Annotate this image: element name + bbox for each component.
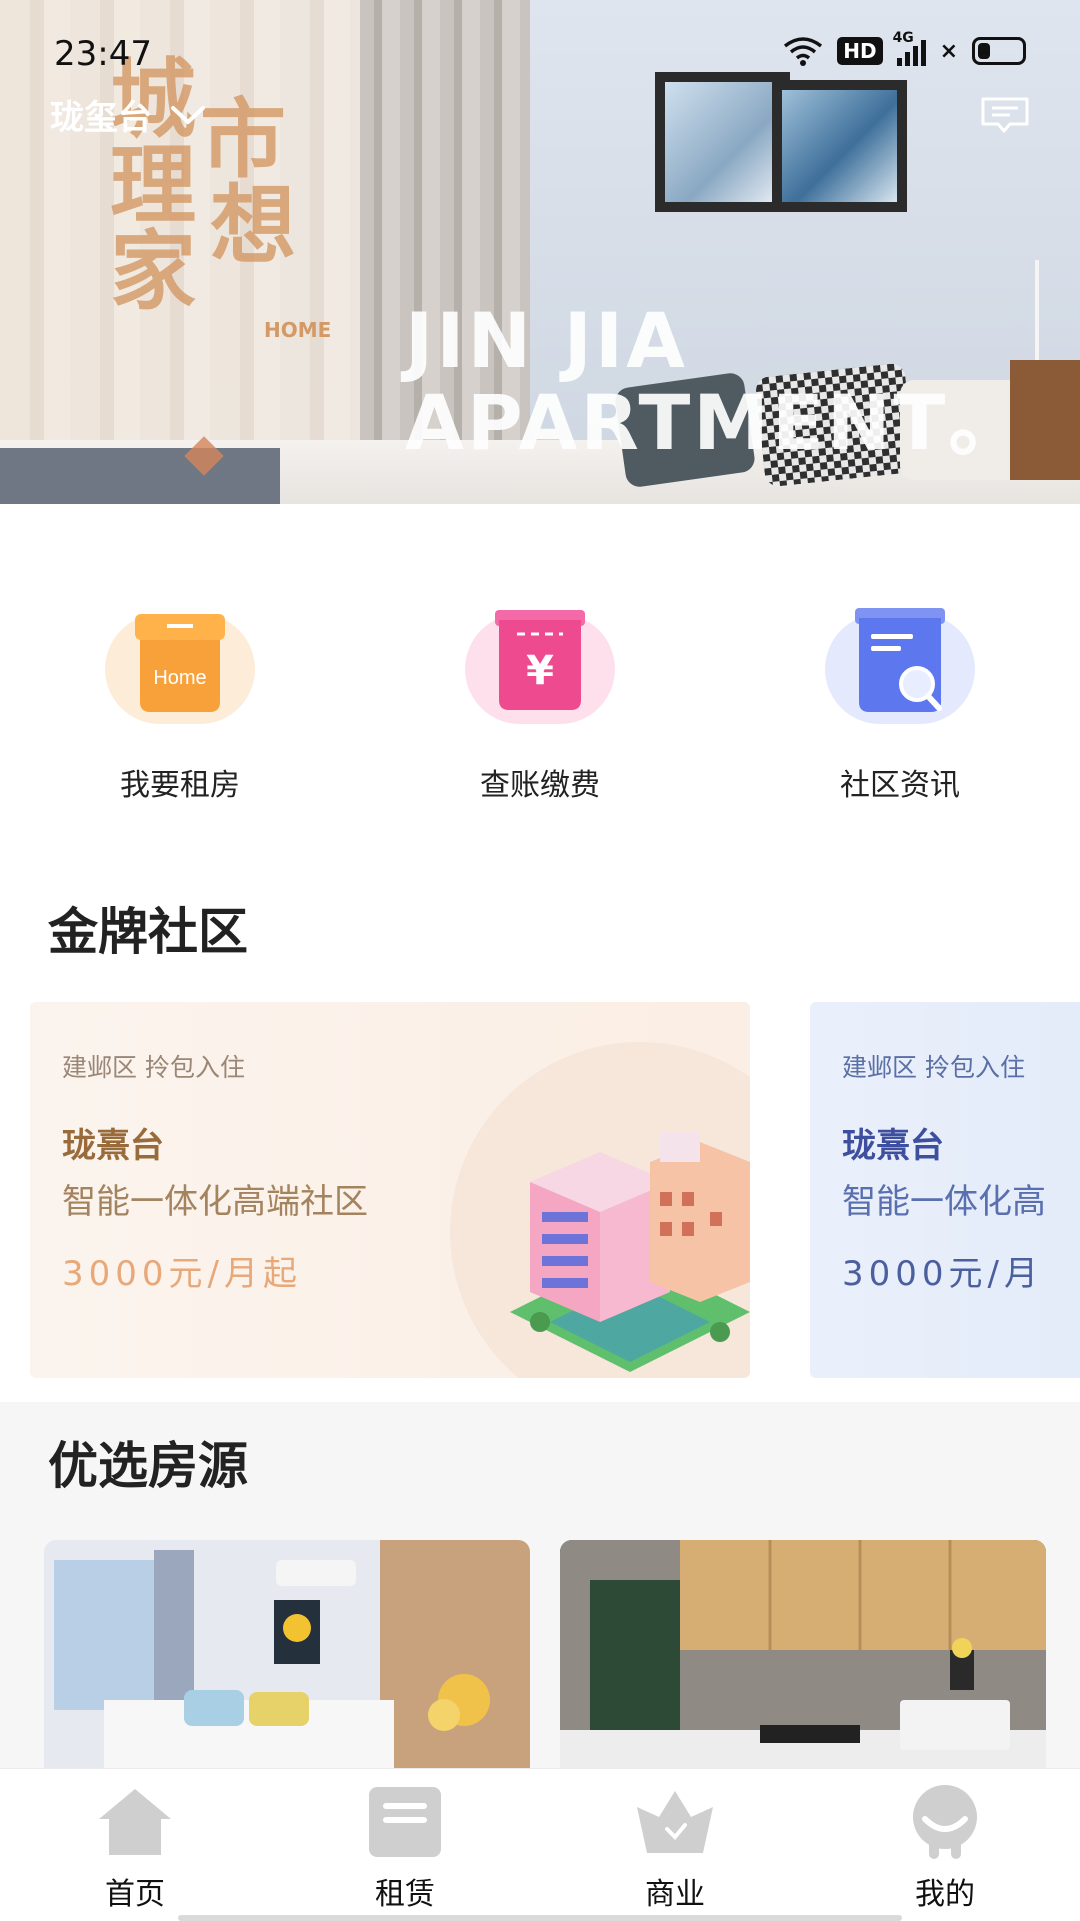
- banner-blanket: [0, 448, 280, 504]
- quick-actions: Home 我要租房 ¥ 查账缴费 社区资讯: [0, 504, 1080, 862]
- card-tag: 建邺区 拎包入住: [62, 1053, 245, 1082]
- tab-label: 商业: [645, 1877, 705, 1912]
- location-selector[interactable]: 珑玺台: [50, 90, 206, 139]
- tab-profile[interactable]: 我的: [865, 1783, 1025, 1913]
- card-name: 珑熹台: [62, 1126, 164, 1166]
- quick-action-label: 社区资讯: [840, 768, 960, 803]
- gold-community-section: 金牌社区 建邺区 拎包入住 珑熹台 智能一体化高端社区 3000元/月起 建邺区…: [0, 862, 1080, 1402]
- hero-banner[interactable]: 城 市 理 想 家 HOME JIN JIA APARTMENT。 23:47 …: [0, 0, 1080, 504]
- tab-label: 租赁: [375, 1877, 435, 1912]
- card-price: 3000元/月: [842, 1254, 1043, 1294]
- quick-action-bill[interactable]: ¥ 查账缴费: [420, 604, 660, 804]
- tab-home[interactable]: 首页: [55, 1783, 215, 1913]
- tab-label: 我的: [915, 1877, 975, 1912]
- banner-slogan-en: JIN JIA APARTMENT。: [405, 300, 1027, 464]
- network-type: 4G: [892, 30, 914, 46]
- slogan-char: 家: [110, 221, 196, 322]
- bill-icon: ¥: [495, 610, 585, 710]
- status-time: 23:47: [54, 34, 152, 74]
- card-name: 珑熹台: [842, 1126, 944, 1166]
- banner-picture-frame: [772, 80, 907, 212]
- wifi-icon: [784, 37, 823, 66]
- house-box-icon: Home: [135, 614, 225, 712]
- quick-action-news[interactable]: 社区资讯: [780, 604, 1020, 804]
- slogan-char: 想: [210, 175, 296, 276]
- battery-icon: [972, 37, 1026, 65]
- profile-icon: [913, 1785, 977, 1859]
- community-card[interactable]: 建邺区 拎包入住 珑熹台 智能一体化高 3000元/月: [810, 1002, 1080, 1378]
- card-price: 3000元/月起: [62, 1254, 302, 1294]
- svg-text:¥: ¥: [526, 648, 554, 694]
- preferred-listings-section: 优选房源: [0, 1402, 1080, 1800]
- slogan-char: 理: [110, 135, 196, 236]
- card-description: 智能一体化高: [842, 1182, 1046, 1222]
- hd-icon: HD: [837, 37, 883, 65]
- no-sim-icon: ×: [939, 38, 958, 64]
- listing-card[interactable]: [44, 1540, 530, 1800]
- community-card[interactable]: 建邺区 拎包入住 珑熹台 智能一体化高端社区 3000元/月起: [30, 1002, 750, 1378]
- tab-lease[interactable]: 租赁: [325, 1783, 485, 1913]
- listing-card[interactable]: [560, 1540, 1046, 1800]
- slogan-en-line: APARTMENT。: [405, 378, 1028, 467]
- news-search-icon: [855, 608, 945, 712]
- listing-photo: [44, 1540, 530, 1800]
- message-icon[interactable]: [980, 96, 1030, 134]
- listing-photo: [560, 1540, 1046, 1800]
- business-icon: [637, 1791, 713, 1853]
- svg-text:Home: Home: [153, 667, 206, 689]
- signal-icon: 4G: [893, 30, 926, 66]
- location-name: 珑玺台: [50, 98, 152, 138]
- home-icon: [99, 1789, 171, 1855]
- bottom-tab-bar: 首页 租赁 商业 我的: [0, 1768, 1080, 1921]
- quick-action-label: 查账缴费: [480, 768, 600, 803]
- quick-action-rent[interactable]: Home 我要租房: [60, 604, 300, 804]
- tab-label: 首页: [105, 1877, 165, 1912]
- chevron-down-icon: [171, 105, 205, 124]
- banner-picture-frame: [655, 72, 790, 212]
- card-tag: 建邺区 拎包入住: [842, 1053, 1025, 1082]
- home-indicator: [178, 1915, 902, 1921]
- slogan-en-line: JIN JIA: [405, 296, 688, 385]
- section-title: 优选房源: [48, 1437, 248, 1495]
- building-illustration: [510, 1132, 750, 1372]
- tab-business[interactable]: 商业: [595, 1783, 755, 1913]
- card-description: 智能一体化高端社区: [62, 1182, 368, 1222]
- section-title: 金牌社区: [48, 903, 248, 961]
- banner-slogan-home: HOME: [264, 318, 332, 342]
- lease-icon: [369, 1787, 441, 1857]
- quick-action-label: 我要租房: [120, 768, 240, 803]
- slogan-char: 市: [200, 89, 286, 190]
- status-icons: HD 4G ×: [783, 30, 1026, 66]
